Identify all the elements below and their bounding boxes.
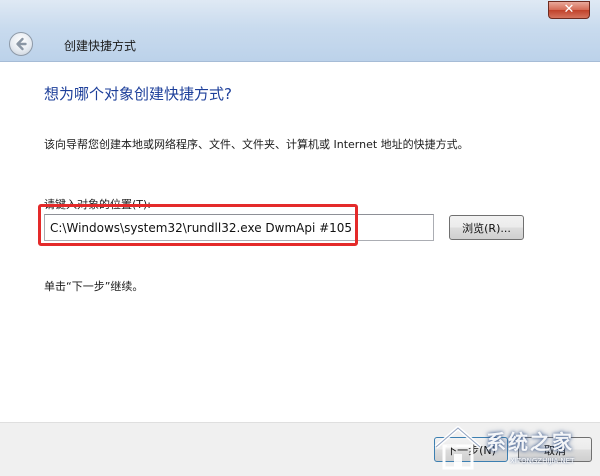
- browse-button[interactable]: 浏览(R)...: [449, 215, 524, 240]
- title-bar: ✕ 创建快捷方式: [0, 0, 600, 62]
- wizard-description: 该向导帮您创建本地或网络程序、文件、文件夹、计算机或 Internet 地址的快…: [44, 138, 469, 151]
- create-shortcut-window: ✕ 创建快捷方式 想为哪个对象创建快捷方式? 该向导帮您创建本地或网络程序、文件…: [0, 0, 600, 476]
- back-button[interactable]: [9, 32, 33, 56]
- close-button[interactable]: ✕: [548, 1, 590, 19]
- cancel-button[interactable]: 取消: [518, 437, 592, 462]
- location-label: 请键入对象的位置(T):: [44, 198, 152, 211]
- back-arrow-icon: [16, 37, 27, 51]
- location-input[interactable]: [44, 214, 434, 241]
- command-bar: 下一步(N) 取消: [0, 422, 600, 476]
- next-button[interactable]: 下一步(N): [434, 437, 508, 462]
- continue-hint: 单击“下一步”继续。: [44, 280, 144, 293]
- page-heading: 想为哪个对象创建快捷方式?: [44, 85, 232, 103]
- close-icon: ✕: [563, 2, 575, 17]
- window-title: 创建快捷方式: [64, 39, 137, 53]
